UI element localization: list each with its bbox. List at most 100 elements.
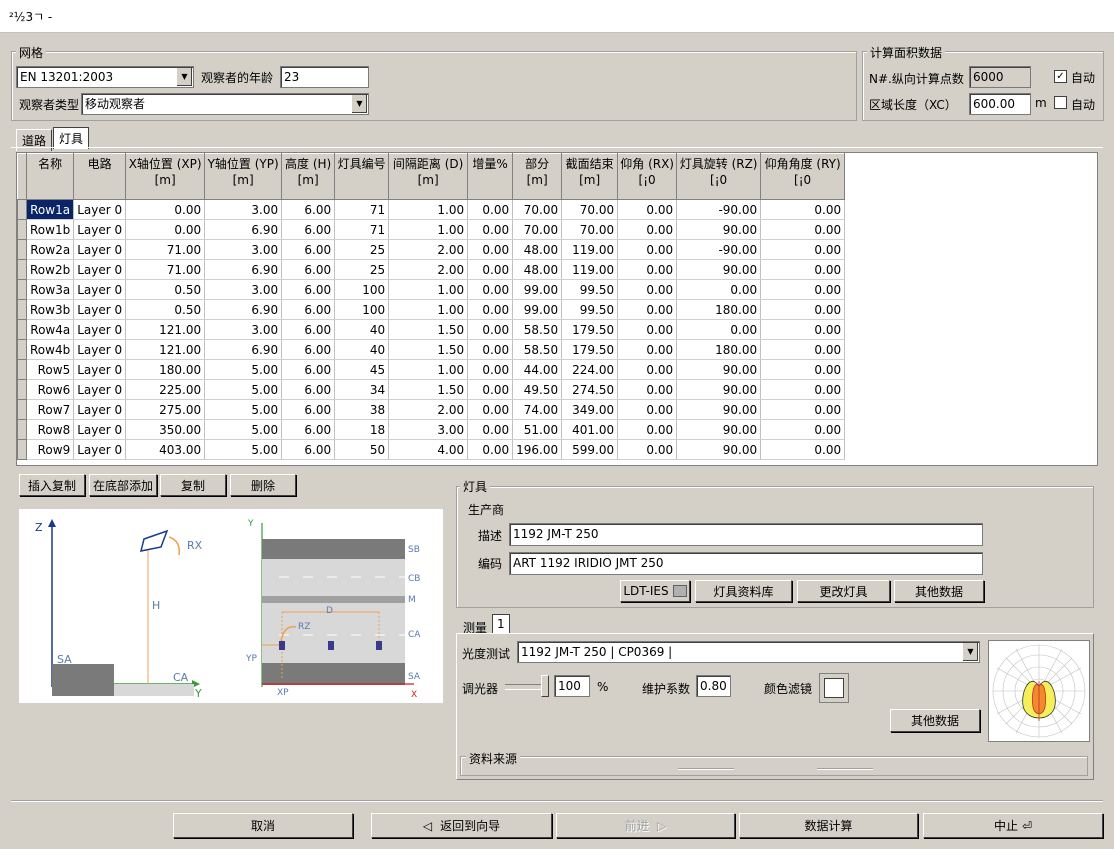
table-cell[interactable]: 51.00 bbox=[512, 419, 563, 440]
description-field[interactable]: 1192 JM-T 250 bbox=[509, 523, 983, 546]
table-cell[interactable]: 70.00 bbox=[561, 199, 619, 220]
table-cell[interactable]: Row4b bbox=[25, 339, 75, 360]
table-cell[interactable]: 5.00 bbox=[204, 379, 283, 400]
table-cell[interactable]: 0.00 bbox=[467, 279, 514, 300]
table-cell[interactable]: 5.00 bbox=[204, 399, 283, 420]
table-cell[interactable]: 0.00 bbox=[760, 359, 846, 380]
dimmer-field[interactable]: 100 bbox=[554, 675, 590, 697]
table-cell[interactable]: 196.00 bbox=[512, 439, 563, 460]
table-cell[interactable]: 180.00 bbox=[676, 339, 762, 360]
table-cell[interactable]: 0.00 bbox=[467, 239, 514, 260]
col-header[interactable]: 截面结束 [m] bbox=[561, 153, 619, 200]
table-cell[interactable]: 0.00 bbox=[760, 339, 846, 360]
table-cell[interactable]: Row3a bbox=[25, 279, 75, 300]
table-cell[interactable]: 90.00 bbox=[676, 439, 762, 460]
code-field[interactable]: ART 1192 IRIDIO JMT 250 bbox=[509, 552, 983, 575]
table-row[interactable]: Row5 Layer 0 180.00 5.00 6.00 45 1.00 0.00 44.00… bbox=[17, 359, 846, 380]
table-cell[interactable]: 0.00 bbox=[617, 399, 678, 420]
table-cell[interactable]: 25 bbox=[334, 239, 390, 260]
table-cell[interactable]: 71 bbox=[334, 219, 390, 240]
table-cell[interactable]: 71.00 bbox=[125, 259, 206, 280]
table-cell[interactable]: 0.50 bbox=[125, 279, 206, 300]
table-cell[interactable]: 179.50 bbox=[561, 319, 619, 340]
table-cell[interactable]: 6.00 bbox=[281, 219, 336, 240]
row-indicator[interactable] bbox=[17, 419, 27, 440]
row-indicator[interactable] bbox=[17, 319, 27, 340]
table-cell[interactable]: 6.00 bbox=[281, 399, 336, 420]
col-header[interactable]: 仰角角度 (RY) [¡0 bbox=[760, 153, 846, 200]
table-cell[interactable]: Layer 0 bbox=[73, 299, 127, 320]
row-indicator[interactable] bbox=[17, 379, 27, 400]
table-cell[interactable]: 1.00 bbox=[388, 199, 469, 220]
delete-button[interactable]: 删除 bbox=[230, 474, 296, 496]
tab-luminaire[interactable]: 灯具 bbox=[53, 127, 90, 149]
table-cell[interactable]: 100 bbox=[334, 279, 390, 300]
table-cell[interactable]: 6.00 bbox=[281, 259, 336, 280]
table-cell[interactable]: 3.00 bbox=[204, 239, 283, 260]
table-cell[interactable]: 1.50 bbox=[388, 319, 469, 340]
table-cell[interactable]: Row2a bbox=[25, 239, 75, 260]
col-header[interactable]: X轴位置 (XP) [m] bbox=[125, 153, 206, 200]
table-cell[interactable]: 49.50 bbox=[512, 379, 563, 400]
table-cell[interactable]: 0.00 bbox=[617, 299, 678, 320]
table-row[interactable]: Row2b Layer 0 71.00 6.90 6.00 25 2.00 0.00 48.00… bbox=[17, 259, 846, 280]
table-cell[interactable]: 38 bbox=[334, 399, 390, 420]
table-cell[interactable]: 0.00 bbox=[676, 279, 762, 300]
table-cell[interactable]: 274.50 bbox=[561, 379, 619, 400]
table-row[interactable]: Row1a Layer 0 0.00 3.00 6.00 71 1.00 0.00 70.00 7… bbox=[17, 199, 846, 220]
table-cell[interactable]: 40 bbox=[334, 319, 390, 340]
stop-button[interactable]: 中止 ⏎ bbox=[923, 813, 1103, 838]
table-cell[interactable]: 0.00 bbox=[760, 239, 846, 260]
table-cell[interactable]: 70.00 bbox=[512, 199, 563, 220]
table-cell[interactable]: 0.00 bbox=[467, 219, 514, 240]
table-cell[interactable]: 90.00 bbox=[676, 359, 762, 380]
table-cell[interactable]: 6.00 bbox=[281, 199, 336, 220]
table-cell[interactable]: 0.00 bbox=[676, 319, 762, 340]
observer-age-field[interactable]: 23 bbox=[280, 66, 369, 88]
table-cell[interactable]: 119.00 bbox=[561, 259, 619, 280]
table-cell[interactable]: Row7 bbox=[25, 399, 75, 420]
table-cell[interactable]: 40 bbox=[334, 339, 390, 360]
auto-checkbox-1[interactable]: ✓ bbox=[1054, 70, 1067, 83]
copy-button[interactable]: 复制 bbox=[160, 474, 226, 496]
table-cell[interactable]: 6.00 bbox=[281, 339, 336, 360]
luminaire-other-data-button[interactable]: 其他数据 bbox=[894, 580, 984, 602]
table-cell[interactable]: Layer 0 bbox=[73, 239, 127, 260]
table-cell[interactable]: 48.00 bbox=[512, 239, 563, 260]
table-cell[interactable]: 70.00 bbox=[561, 219, 619, 240]
table-cell[interactable]: 34 bbox=[334, 379, 390, 400]
table-cell[interactable]: 0.00 bbox=[617, 339, 678, 360]
col-header[interactable]: 部分 [m] bbox=[512, 153, 563, 200]
col-header[interactable]: 灯具编号 bbox=[334, 153, 390, 200]
table-cell[interactable]: 0.00 bbox=[125, 219, 206, 240]
row-indicator[interactable] bbox=[17, 359, 27, 380]
table-cell[interactable]: 6.00 bbox=[281, 299, 336, 320]
table-cell[interactable]: Layer 0 bbox=[73, 379, 127, 400]
table-cell[interactable]: 349.00 bbox=[561, 399, 619, 420]
table-cell[interactable]: 90.00 bbox=[676, 379, 762, 400]
table-cell[interactable]: 1.00 bbox=[388, 219, 469, 240]
col-header[interactable]: 名称 bbox=[25, 153, 75, 200]
table-cell[interactable]: 99.00 bbox=[512, 299, 563, 320]
table-cell[interactable]: 50 bbox=[334, 439, 390, 460]
row-indicator[interactable] bbox=[17, 219, 27, 240]
calculate-button[interactable]: 数据计算 bbox=[739, 813, 918, 838]
table-cell[interactable]: 74.00 bbox=[512, 399, 563, 420]
slider-thumb[interactable] bbox=[541, 675, 549, 697]
table-cell[interactable]: 1.00 bbox=[388, 299, 469, 320]
table-cell[interactable]: 119.00 bbox=[561, 239, 619, 260]
table-cell[interactable]: 180.00 bbox=[125, 359, 206, 380]
table-cell[interactable]: 0.00 bbox=[617, 239, 678, 260]
table-cell[interactable]: 6.90 bbox=[204, 339, 283, 360]
table-cell[interactable]: 350.00 bbox=[125, 419, 206, 440]
table-cell[interactable]: 0.00 bbox=[617, 379, 678, 400]
table-cell[interactable]: 18 bbox=[334, 419, 390, 440]
standard-select[interactable]: EN 13201:2003 ▼ bbox=[16, 66, 194, 88]
col-header[interactable]: 间隔距离 (D) [m] bbox=[388, 153, 469, 200]
table-cell[interactable]: Layer 0 bbox=[73, 259, 127, 280]
table-cell[interactable]: 71 bbox=[334, 199, 390, 220]
row-indicator[interactable] bbox=[17, 239, 27, 260]
table-cell[interactable]: 6.00 bbox=[281, 319, 336, 340]
table-cell[interactable]: 0.00 bbox=[760, 219, 846, 240]
table-cell[interactable]: 1.00 bbox=[388, 279, 469, 300]
